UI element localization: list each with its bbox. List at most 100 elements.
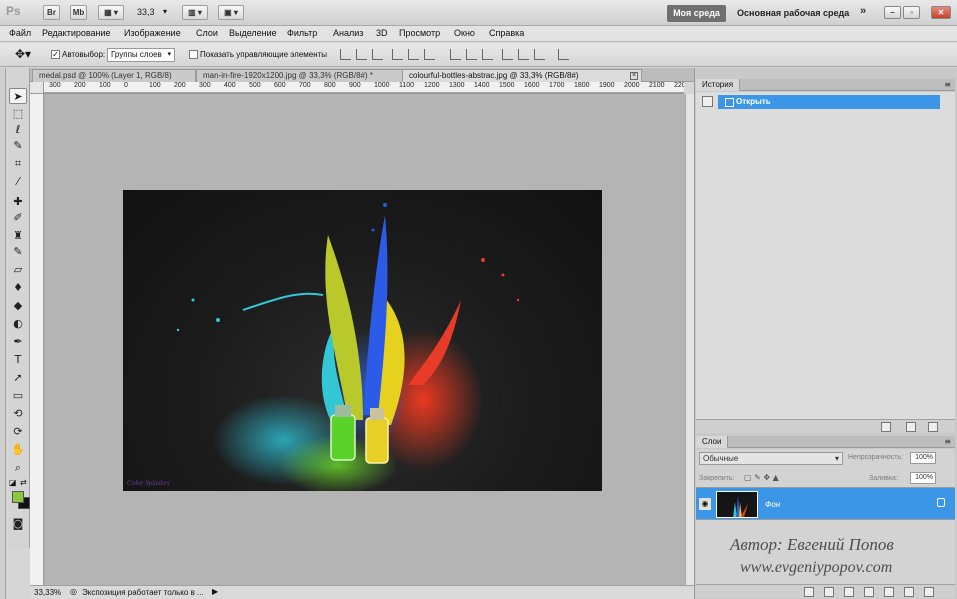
menu-image[interactable]: Изображение <box>124 28 181 38</box>
crop-tool-icon[interactable]: ⌗ <box>9 156 27 172</box>
type-tool-icon[interactable]: T <box>9 352 27 368</box>
foreground-color-swatch[interactable] <box>12 491 24 503</box>
zoom-tool-icon[interactable]: ⌕ <box>9 460 27 476</box>
add-mask-icon[interactable] <box>844 587 854 597</box>
align-hcenter-icon[interactable] <box>408 49 419 60</box>
close-window-button[interactable]: ✕ <box>931 6 951 19</box>
lasso-tool-icon[interactable]: ℓ <box>9 122 27 138</box>
more-workspaces-button[interactable]: » <box>860 5 866 17</box>
extras-dropdown[interactable]: ▦ ▾ <box>98 5 124 20</box>
workspace-default-button[interactable]: Основная рабочая среда <box>737 8 849 18</box>
pen-tool-icon[interactable]: ✒ <box>9 334 27 350</box>
default-colors-icon[interactable]: ◪ <box>9 478 17 487</box>
dodge-tool-icon[interactable]: ◐ <box>9 316 27 332</box>
clone-stamp-tool-icon[interactable]: ♜ <box>9 228 27 244</box>
auto-align-icon[interactable] <box>558 49 569 60</box>
blur-tool-icon[interactable]: ◆ <box>9 298 27 314</box>
create-snapshot-icon[interactable] <box>906 422 916 432</box>
autoselect-checkbox[interactable]: ✓ <box>51 50 60 59</box>
arrange-documents-dropdown[interactable]: ▥ ▾ <box>182 5 208 20</box>
menu-file[interactable]: Файл <box>9 28 31 38</box>
menu-analysis[interactable]: Анализ <box>333 28 363 38</box>
opacity-field[interactable]: 100% <box>910 452 936 464</box>
quick-select-tool-icon[interactable]: ✎ <box>9 138 27 154</box>
restore-button[interactable]: ▫ <box>903 6 920 19</box>
menu-3d[interactable]: 3D <box>376 28 388 38</box>
menu-edit[interactable]: Редактирование <box>42 28 111 38</box>
panel-menu-icon[interactable]: ≡ <box>944 437 951 446</box>
menu-window[interactable]: Окно <box>454 28 475 38</box>
autoselect-dropdown[interactable]: Группы слоев ▾ <box>107 48 175 62</box>
lock-icons[interactable]: ▢ ✎ ✥ ▲ <box>744 473 779 482</box>
paint-bucket-tool-icon[interactable]: ♦ <box>9 280 27 296</box>
layer-style-icon[interactable] <box>824 587 834 597</box>
new-layer-icon[interactable] <box>904 587 914 597</box>
align-right-icon[interactable] <box>424 49 435 60</box>
panel-menu-icon[interactable]: ≡ <box>944 80 951 89</box>
vertical-scrollbar[interactable] <box>685 94 694 585</box>
distribute-hcenter-icon[interactable] <box>518 49 529 60</box>
history-panel-tab[interactable]: История <box>696 79 741 91</box>
move-tool-icon[interactable]: ➤ <box>9 88 27 104</box>
shape-tool-icon[interactable]: ▭ <box>9 388 27 404</box>
tab-medal[interactable]: medal.psd @ 100% (Layer 1, RGB/8) <box>32 69 196 82</box>
history-brush-tool-icon[interactable]: ✎ <box>9 244 27 260</box>
marquee-tool-icon[interactable]: ⬚ <box>9 106 27 122</box>
workspace-active-button[interactable]: Моя среда <box>667 5 726 22</box>
distribute-bottom-icon[interactable] <box>482 49 493 60</box>
show-controls-checkbox[interactable] <box>189 50 198 59</box>
fill-field[interactable]: 100% <box>910 472 936 484</box>
history-item[interactable]: Открыть <box>718 95 940 109</box>
lock-icon <box>937 498 945 507</box>
ruler-origin[interactable] <box>30 82 44 94</box>
3d-camera-tool-icon[interactable]: ⟳ <box>9 424 27 440</box>
align-vcenter-icon[interactable] <box>356 49 367 60</box>
menu-filter[interactable]: Фильтр <box>287 28 317 38</box>
tab-colourful-bottles[interactable]: colourful-bottles-abstrac.jpg @ 33,3% (R… <box>402 69 642 82</box>
delete-layer-icon[interactable] <box>924 587 934 597</box>
delete-state-icon[interactable] <box>928 422 938 432</box>
menu-select[interactable]: Выделение <box>229 28 277 38</box>
new-group-icon[interactable] <box>884 587 894 597</box>
zoom-level[interactable]: 33,3 <box>137 7 155 17</box>
move-tool-preset-icon[interactable]: ✥▾ <box>15 47 31 61</box>
link-layers-icon[interactable] <box>804 587 814 597</box>
adjustment-layer-icon[interactable] <box>864 587 874 597</box>
vertical-ruler[interactable] <box>30 94 44 585</box>
layers-panel-tab[interactable]: Слои <box>696 436 729 448</box>
eyedropper-tool-icon[interactable]: ⁄ <box>9 174 27 190</box>
distribute-left-icon[interactable] <box>502 49 513 60</box>
distribute-right-icon[interactable] <box>534 49 545 60</box>
quick-mask-icon[interactable]: ◙ <box>9 516 27 532</box>
distribute-vcenter-icon[interactable] <box>466 49 477 60</box>
history-snapshot-icon[interactable] <box>702 96 713 107</box>
layer-row[interactable]: ◉ Фон <box>696 487 955 520</box>
align-top-icon[interactable] <box>340 49 351 60</box>
healing-brush-tool-icon[interactable]: ✚ <box>9 194 27 210</box>
brush-tool-icon[interactable]: ✐ <box>9 210 27 226</box>
minimize-button[interactable]: – <box>884 6 901 19</box>
eye-icon[interactable]: ◉ <box>699 498 711 510</box>
menu-help[interactable]: Справка <box>489 28 524 38</box>
close-icon[interactable]: × <box>630 72 638 80</box>
swap-colors-icon[interactable]: ⇄ <box>20 478 27 487</box>
status-zoom[interactable]: 33,33% <box>34 588 61 597</box>
status-menu-arrow[interactable]: ▶ <box>212 587 218 596</box>
tab-man-in-fire[interactable]: man-in-fire-1920x1200.jpg @ 33,3% (RGB/8… <box>196 69 431 82</box>
path-selection-tool-icon[interactable]: ➚ <box>9 370 27 386</box>
align-left-icon[interactable] <box>392 49 403 60</box>
horizontal-ruler[interactable]: 300 200 100 0 100 200 300 400 500 600 70… <box>44 82 684 94</box>
bridge-button[interactable]: Br <box>43 5 60 20</box>
screen-mode-dropdown[interactable]: ▣ ▾ <box>218 5 244 20</box>
mini-bridge-button[interactable]: Mb <box>70 5 87 20</box>
align-bottom-icon[interactable] <box>372 49 383 60</box>
hand-tool-icon[interactable]: ✋ <box>9 442 27 458</box>
3d-rotate-tool-icon[interactable]: ⟲ <box>9 406 27 422</box>
menu-view[interactable]: Просмотр <box>399 28 440 38</box>
distribute-top-icon[interactable] <box>450 49 461 60</box>
eraser-tool-icon[interactable]: ▱ <box>9 262 27 278</box>
menu-layers[interactable]: Слои <box>196 28 218 38</box>
blend-mode-dropdown[interactable]: Обычные ▾ <box>699 452 843 465</box>
new-document-from-state-icon[interactable] <box>881 422 891 432</box>
zoom-dropdown-icon[interactable]: ▾ <box>163 7 167 16</box>
